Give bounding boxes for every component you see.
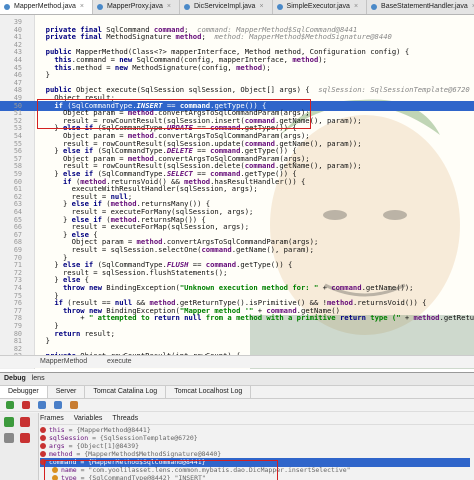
resume-icon[interactable]	[6, 401, 14, 409]
field-icon	[40, 427, 46, 433]
variable-name: this	[49, 426, 65, 434]
breadcrumb: MapperMethod execute	[0, 355, 474, 368]
editor-tab[interactable]: DicServiceImpl.java ×	[180, 0, 273, 14]
editor-tab[interactable]: SimpleExecutor.java ×	[273, 0, 368, 14]
breadcrumb-method[interactable]: execute	[107, 358, 132, 365]
java-class-icon	[4, 4, 10, 10]
java-class-icon	[96, 4, 103, 10]
variable-name: sqlSession	[49, 434, 89, 442]
close-icon[interactable]: ×	[354, 3, 358, 10]
stop-icon[interactable]	[22, 401, 30, 409]
variable-name: method	[49, 450, 73, 458]
variables-header: Frames Variables Threads	[40, 413, 474, 425]
editor-tab-label: DicServiceImpl.java	[193, 3, 256, 10]
stop-side-icon[interactable]	[19, 417, 30, 427]
close-icon[interactable]: ×	[167, 3, 171, 10]
tab-server[interactable]: Server	[48, 386, 86, 398]
editor-tab-bar: MapperMethod.java × MapperProxy.java × DicSe…	[0, 0, 474, 15]
view-breakpoints-icon[interactable]	[19, 433, 30, 443]
editor-tab[interactable]: BaseStatementHandler.java×	[367, 0, 474, 14]
variable-value: = {SqlSessionTemplate@6720}	[92, 434, 198, 442]
variable-name: args	[49, 442, 65, 450]
rerun-icon[interactable]	[4, 417, 14, 427]
editor-tab[interactable]: MapperMethod.java ×	[0, 0, 93, 14]
editor-tab-label: MapperProxy.java	[106, 3, 163, 10]
debug-config-name[interactable]: lens	[32, 375, 45, 382]
debug-tool-window: Debug lens Debugger Server Tomcat Catali…	[0, 372, 474, 480]
tab-variables[interactable]: Variables	[74, 413, 103, 424]
step-into-icon[interactable]	[54, 401, 62, 409]
field-icon	[40, 451, 46, 457]
variable-value: = {Object[1]@8439}	[68, 442, 140, 450]
debug-toolbar	[0, 399, 474, 412]
field-icon	[40, 443, 46, 449]
editor-tab-label: MapperMethod.java	[14, 3, 76, 10]
step-over-icon[interactable]	[38, 401, 46, 409]
debug-title: Debug	[4, 375, 26, 382]
java-class-icon	[371, 4, 378, 10]
command-fields-highlight-box	[44, 460, 278, 480]
variable-value: = {MapperMethod$MethodSignature@8440}	[76, 450, 222, 458]
variable-value: = {MapperMethod@8441}	[68, 426, 151, 434]
debug-title-bar: Debug lens	[0, 373, 474, 386]
tab-localhost-log[interactable]: Tomcat Localhost Log	[166, 386, 252, 398]
insert-branch-highlight-box	[37, 99, 311, 129]
tab-catalina-log[interactable]: Tomcat Catalina Log	[85, 386, 167, 398]
debug-tabs: Debugger Server Tomcat Catalina Log Tomc…	[0, 386, 474, 399]
tab-threads[interactable]: Threads	[112, 413, 138, 424]
close-icon[interactable]: ×	[259, 3, 263, 10]
code-editor[interactable]: 39 40 private final SqlCommand command; c…	[0, 15, 474, 369]
close-icon[interactable]: ×	[80, 3, 84, 10]
tab-frames[interactable]: Frames	[40, 413, 64, 424]
editor-tab-label: SimpleExecutor.java	[286, 3, 350, 10]
mute-breakpoints-icon[interactable]	[4, 433, 14, 443]
editor-tab[interactable]: MapperProxy.java ×	[93, 0, 180, 14]
editor-tab-label: BaseStatementHandler.java	[381, 3, 468, 10]
field-icon	[40, 435, 46, 441]
breadcrumb-class[interactable]: MapperMethod	[40, 358, 87, 365]
java-class-icon	[183, 4, 190, 10]
java-class-icon	[276, 4, 283, 10]
tab-debugger[interactable]: Debugger	[0, 386, 48, 398]
variables-panel: Frames Variables Threads this = {MapperM…	[0, 413, 474, 480]
debug-side-toolbar	[0, 413, 39, 480]
step-out-icon[interactable]	[70, 401, 78, 409]
